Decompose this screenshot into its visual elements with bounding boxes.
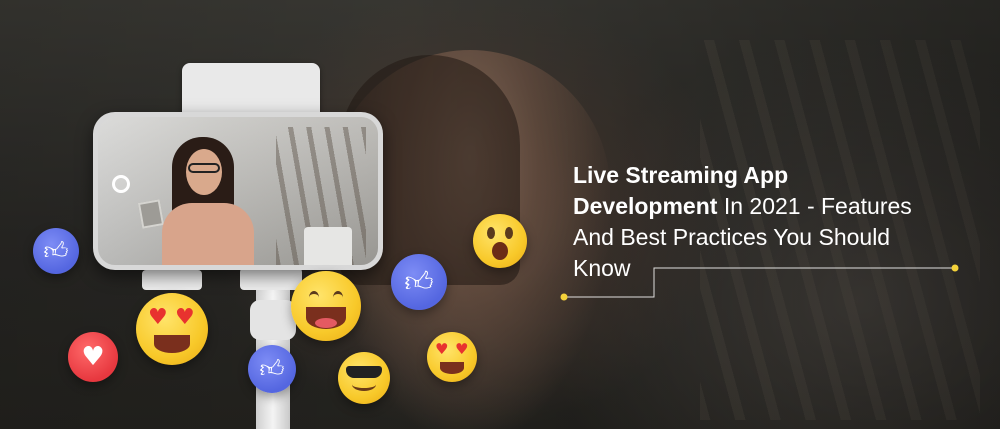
decorative-connector-line xyxy=(560,264,959,301)
banner-image: 👍︎ ♥ ♥ ♥ 👍︎ 👍︎ ♥ ♥ Live Streaming App De… xyxy=(0,0,1000,429)
